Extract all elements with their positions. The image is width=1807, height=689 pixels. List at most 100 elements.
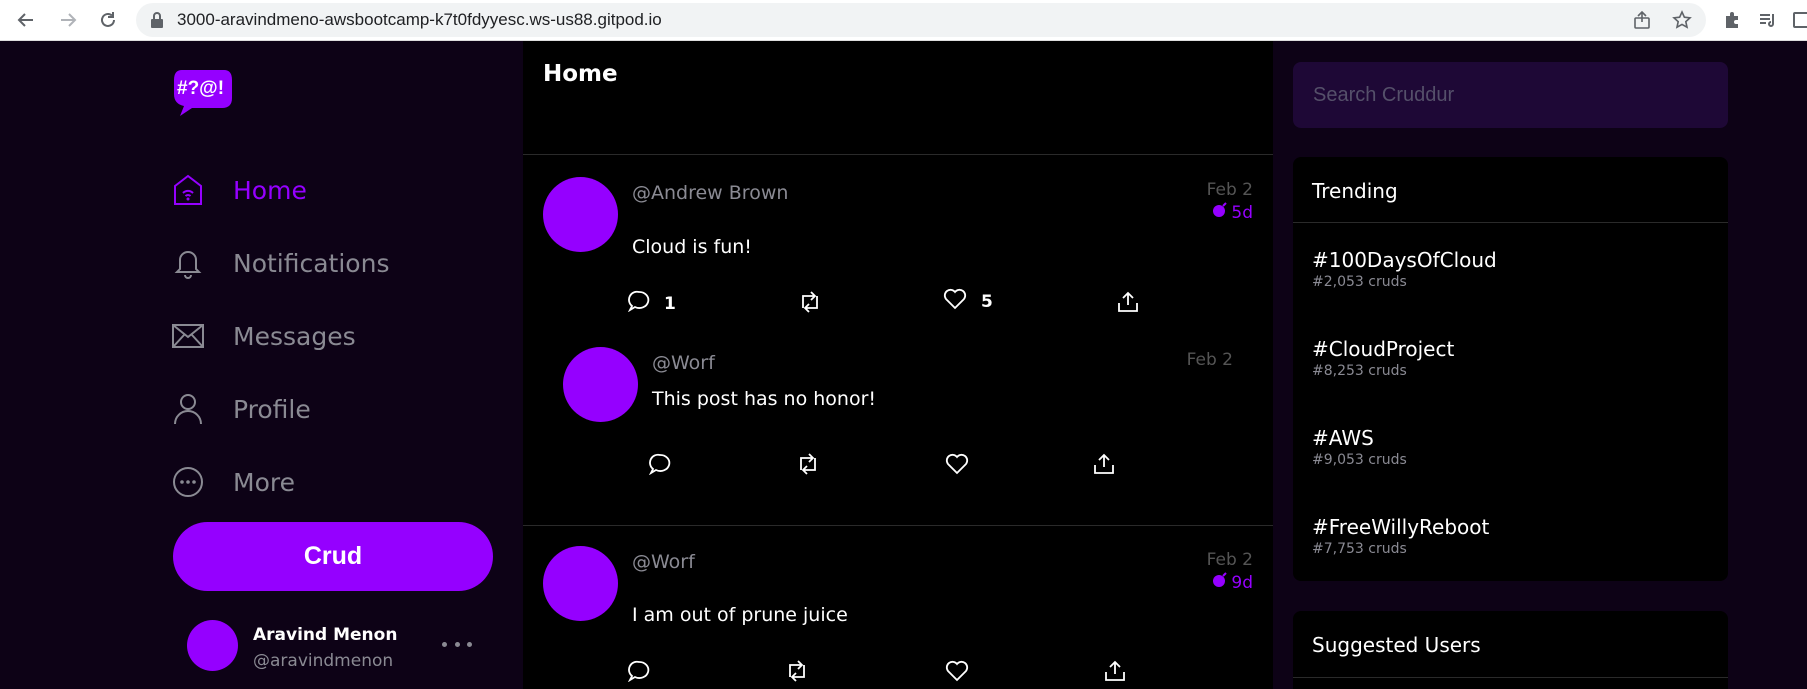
like-button[interactable] [945, 453, 969, 480]
post-message: Cloud is fun! [632, 236, 752, 258]
avatar[interactable] [187, 620, 238, 671]
share-button[interactable] [1093, 453, 1115, 480]
logo-text: #?@! [177, 78, 225, 99]
expiry-text: 9d [1231, 572, 1253, 593]
share-button[interactable] [1104, 660, 1126, 687]
heart-icon [943, 288, 967, 315]
post-handle[interactable]: @Worf [632, 551, 695, 573]
repost-button[interactable] [796, 453, 820, 480]
trending-item[interactable]: #CloudProject #8,253 cruds [1312, 337, 1454, 379]
sidebar-item-label: Notifications [233, 248, 390, 278]
bookmark-star-icon[interactable] [1668, 6, 1696, 34]
avatar[interactable] [563, 347, 638, 422]
media-control-icon[interactable] [1754, 6, 1782, 34]
sidebar-item-label: Profile [233, 394, 311, 424]
suggested-users-box: Suggested Users [1293, 611, 1728, 689]
heart-icon [945, 660, 969, 687]
trending-tag: #100DaysOfCloud [1312, 248, 1497, 272]
heart-icon [945, 453, 969, 480]
reply-button[interactable] [648, 453, 671, 480]
trending-item[interactable]: #100DaysOfCloud #2,053 cruds [1312, 248, 1497, 290]
post-expiry: 5d [1212, 202, 1253, 223]
share-icon[interactable] [1628, 6, 1656, 34]
repost-icon [798, 291, 822, 318]
sidebar-item-label: Home [233, 175, 307, 205]
like-button[interactable]: 5 [943, 288, 993, 315]
sidebar: #?@! Home Notifications Messages Profile [0, 41, 523, 689]
reply-button[interactable]: 1 [627, 290, 676, 317]
post-divider [523, 525, 1273, 526]
expiry-text: 5d [1231, 202, 1253, 223]
forward-icon[interactable] [54, 6, 82, 34]
reload-icon[interactable] [94, 6, 122, 34]
sidebar-item-home[interactable]: Home [172, 170, 307, 210]
trending-count: #8,253 cruds [1312, 363, 1407, 379]
bomb-icon [1212, 572, 1228, 593]
reply-button[interactable] [627, 660, 650, 687]
post-message: This post has no honor! [652, 388, 877, 410]
repost-icon [796, 453, 820, 480]
trending-title: Trending [1312, 179, 1398, 203]
sidebar-item-messages[interactable]: Messages [172, 316, 356, 356]
feed: Home @Andrew Brown Feb 2 5d Cloud is fun… [523, 41, 1273, 689]
repost-button[interactable] [798, 291, 822, 318]
user-menu-button[interactable] [442, 636, 472, 652]
envelope-icon [172, 320, 204, 352]
reply-icon [627, 660, 650, 687]
sidebar-item-label: Messages [233, 321, 356, 351]
bell-icon [172, 247, 204, 279]
sidebar-item-notifications[interactable]: Notifications [172, 243, 389, 283]
home-icon [172, 174, 204, 206]
browser-toolbar: 3000-aravindmeno-awsbootcamp-k7t0fdyyesc… [0, 0, 1807, 41]
trending-count: #2,053 cruds [1312, 274, 1407, 290]
share-icon [1104, 660, 1126, 687]
post-handle[interactable]: @Andrew Brown [632, 182, 788, 204]
post-message: I am out of prune juice [632, 604, 848, 626]
feed-header: Home [523, 41, 1273, 155]
like-count: 5 [981, 291, 993, 312]
right-column: Trending #100DaysOfCloud #2,053 cruds #C… [1273, 41, 1807, 689]
avatar[interactable] [543, 546, 618, 621]
post-handle[interactable]: @Worf [652, 352, 715, 374]
page-title: Home [543, 61, 618, 87]
share-icon [1117, 291, 1139, 318]
user-icon [172, 393, 204, 425]
side-panel-icon[interactable] [1788, 6, 1807, 34]
cruddur-logo[interactable]: #?@! [172, 68, 234, 118]
back-icon[interactable] [12, 6, 40, 34]
trending-item[interactable]: #AWS #9,053 cruds [1312, 426, 1407, 468]
trending-count: #7,753 cruds [1312, 541, 1407, 557]
post-expiry: 9d [1212, 572, 1253, 593]
repost-icon [785, 660, 809, 687]
repost-button[interactable] [785, 660, 809, 687]
trending-count: #9,053 cruds [1312, 452, 1407, 468]
trending-tag: #FreeWillyReboot [1312, 515, 1490, 539]
divider [1293, 677, 1728, 678]
divider [1293, 222, 1728, 223]
share-icon [1093, 453, 1115, 480]
trending-item[interactable]: #FreeWillyReboot #7,753 cruds [1312, 515, 1489, 557]
share-button[interactable] [1117, 291, 1139, 318]
search-input[interactable] [1293, 62, 1728, 128]
sidebar-item-profile[interactable]: Profile [172, 389, 311, 429]
cruddur-app: #?@! Home Notifications Messages Profile [0, 41, 1807, 689]
sidebar-item-label: More [233, 467, 295, 497]
avatar[interactable] [543, 177, 618, 252]
reply-icon [648, 453, 671, 480]
reply-icon [627, 290, 650, 317]
post-date: Feb 2 [1206, 180, 1253, 200]
extensions-icon[interactable] [1718, 6, 1746, 34]
like-button[interactable] [945, 660, 969, 687]
trending-tag: #CloudProject [1312, 337, 1455, 361]
post-date: Feb 2 [1206, 550, 1253, 570]
current-user-name: Aravind Menon [253, 625, 398, 645]
current-user-handle: @aravindmenon [253, 651, 394, 671]
url-text[interactable]: 3000-aravindmeno-awsbootcamp-k7t0fdyyesc… [177, 10, 662, 30]
trending-box: Trending #100DaysOfCloud #2,053 cruds #C… [1293, 157, 1728, 581]
reply-count: 1 [664, 293, 676, 314]
crud-button[interactable]: Crud [173, 522, 493, 591]
sidebar-item-more[interactable]: More [172, 462, 295, 502]
post-date: Feb 2 [1186, 350, 1233, 370]
suggested-users-title: Suggested Users [1312, 633, 1481, 657]
lock-icon[interactable] [150, 11, 164, 34]
